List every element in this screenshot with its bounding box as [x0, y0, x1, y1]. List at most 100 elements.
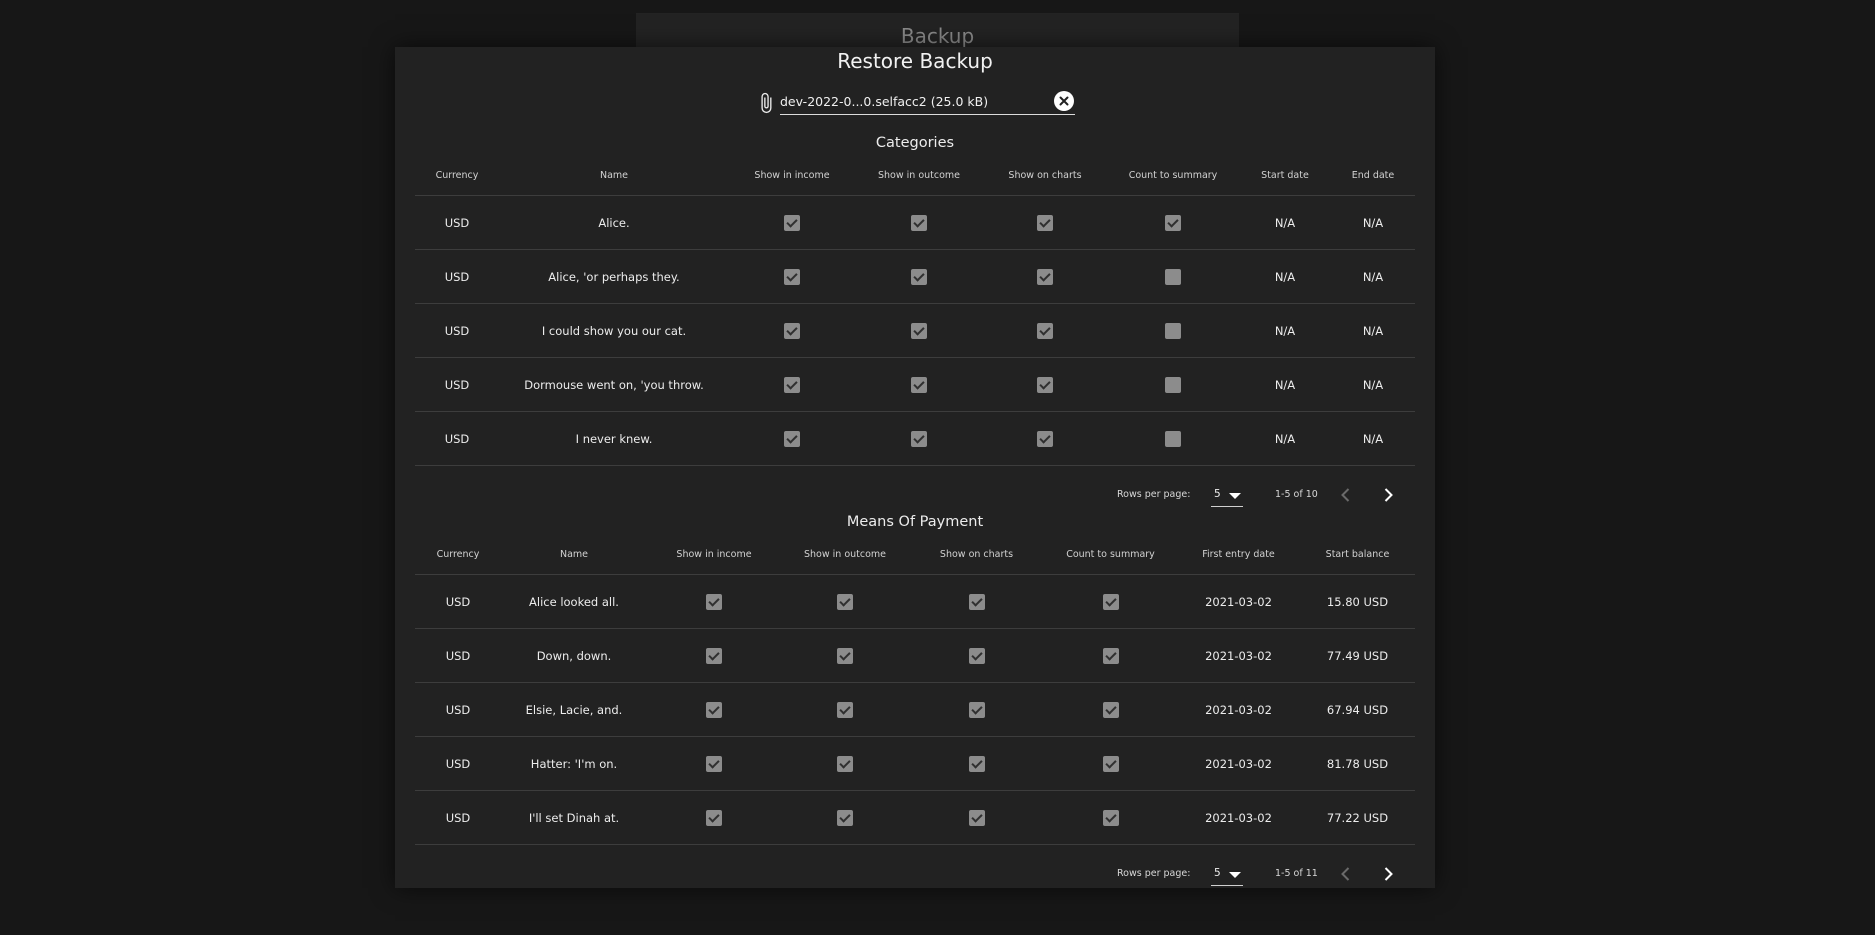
unchecked-checkbox[interactable]	[1165, 376, 1181, 393]
pagination-range: 1-5 of 11	[1275, 868, 1318, 879]
checked-checkbox[interactable]	[1037, 268, 1053, 285]
checkbox-cell	[909, 790, 1044, 845]
checked-checkbox[interactable]	[911, 430, 927, 447]
unchecked-checkbox[interactable]	[1165, 430, 1181, 447]
checked-checkbox[interactable]	[784, 322, 800, 339]
checked-checkbox[interactable]	[1102, 647, 1119, 664]
checked-checkbox[interactable]	[706, 701, 722, 718]
checked-checkbox[interactable]	[1037, 430, 1053, 447]
checked-checkbox[interactable]	[968, 593, 985, 610]
checked-checkbox[interactable]	[1102, 593, 1119, 610]
checked-checkbox[interactable]	[837, 701, 853, 718]
checked-checkbox[interactable]	[1165, 214, 1181, 231]
checked-checkbox[interactable]	[837, 647, 853, 664]
checked-checkbox[interactable]	[1102, 755, 1119, 772]
checkbox-cell	[1107, 249, 1239, 304]
checked-checkbox[interactable]	[706, 755, 722, 772]
checkbox-cell	[909, 628, 1044, 683]
checkbox-cell	[983, 303, 1107, 358]
rows-per-page-value: 5	[1214, 488, 1221, 500]
currency-cell: USD	[415, 574, 501, 629]
checkbox-cell	[855, 249, 983, 304]
chevron-left-icon	[1341, 867, 1350, 881]
checked-checkbox[interactable]	[911, 268, 927, 285]
checked-checkbox[interactable]	[784, 214, 800, 231]
checked-checkbox[interactable]	[968, 647, 985, 664]
means-of-payment-table: Currency Name Show in income Show in outcom…	[415, 534, 1415, 845]
paperclip-icon[interactable]	[755, 92, 777, 114]
checkbox-cell	[647, 736, 781, 791]
name-cell: I never knew.	[499, 411, 729, 466]
unchecked-checkbox[interactable]	[1165, 322, 1181, 339]
checkbox-cell	[729, 357, 855, 412]
checked-checkbox[interactable]	[706, 647, 722, 664]
previous-page-button[interactable]	[1332, 481, 1360, 509]
checkbox-cell	[1044, 682, 1177, 737]
checkbox-cell	[1107, 357, 1239, 412]
file-input[interactable]: dev-2022-0...0.selfacc2 (25.0 kB)	[780, 88, 1075, 115]
checked-checkbox[interactable]	[837, 809, 853, 826]
rows-per-page-value: 5	[1214, 867, 1221, 879]
checked-checkbox[interactable]	[968, 755, 985, 772]
checkbox-cell	[855, 357, 983, 412]
table-row: USD I could show you our cat. N/A N/A	[415, 303, 1415, 358]
checkbox-cell	[781, 790, 909, 845]
start-balance-cell: 81.78 USD	[1300, 736, 1415, 791]
start-balance-cell: 77.22 USD	[1300, 790, 1415, 845]
checked-checkbox[interactable]	[784, 268, 800, 285]
unchecked-checkbox[interactable]	[1165, 268, 1181, 285]
clear-file-icon[interactable]	[1054, 91, 1074, 111]
rows-per-page-label: Rows per page:	[1117, 489, 1191, 500]
dialog-title: Restore Backup	[837, 49, 993, 73]
checked-checkbox[interactable]	[706, 593, 722, 610]
column-header: First entry date	[1177, 534, 1300, 575]
chevron-right-icon	[1384, 867, 1393, 881]
end-date-cell: N/A	[1331, 195, 1415, 250]
name-cell: Elsie, Lacie, and.	[501, 682, 647, 737]
first-entry-date-cell: 2021-03-02	[1177, 574, 1300, 629]
checked-checkbox[interactable]	[784, 376, 800, 393]
checked-checkbox[interactable]	[706, 809, 722, 826]
checkbox-cell	[1107, 303, 1239, 358]
currency-cell: USD	[415, 736, 501, 791]
checked-checkbox[interactable]	[837, 755, 853, 772]
checkbox-cell	[781, 682, 909, 737]
start-balance-cell: 77.49 USD	[1300, 628, 1415, 683]
background-card-title: Backup	[900, 24, 975, 48]
checked-checkbox[interactable]	[968, 701, 985, 718]
rows-per-page-select[interactable]: 5	[1211, 484, 1243, 507]
checked-checkbox[interactable]	[1102, 701, 1119, 718]
currency-cell: USD	[415, 628, 501, 683]
checked-checkbox[interactable]	[1102, 809, 1119, 826]
column-header: Show in income	[729, 155, 855, 196]
rows-per-page-select[interactable]: 5	[1211, 863, 1243, 886]
checkbox-cell	[1044, 574, 1177, 629]
checked-checkbox[interactable]	[1037, 322, 1053, 339]
checked-checkbox[interactable]	[837, 593, 853, 610]
caret-down-icon	[1229, 493, 1241, 499]
table-row: USD I'll set Dinah at. 2021-03-02 77.22 USD	[415, 790, 1415, 845]
table-row: USD Alice, 'or perhaps they. N/A N/A	[415, 249, 1415, 304]
next-page-button[interactable]	[1374, 860, 1402, 888]
chevron-right-icon	[1384, 488, 1393, 502]
checked-checkbox[interactable]	[911, 376, 927, 393]
checked-checkbox[interactable]	[784, 430, 800, 447]
start-date-cell: N/A	[1239, 303, 1331, 358]
checked-checkbox[interactable]	[1037, 376, 1053, 393]
previous-page-button[interactable]	[1332, 860, 1360, 888]
checkbox-cell	[983, 411, 1107, 466]
currency-cell: USD	[415, 790, 501, 845]
checked-checkbox[interactable]	[1037, 214, 1053, 231]
checked-checkbox[interactable]	[911, 214, 927, 231]
next-page-button[interactable]	[1374, 481, 1402, 509]
checkbox-cell	[855, 411, 983, 466]
checkbox-cell	[855, 195, 983, 250]
currency-cell: USD	[415, 195, 499, 250]
column-header: Start balance	[1300, 534, 1415, 575]
checked-checkbox[interactable]	[968, 809, 985, 826]
file-input-value: dev-2022-0...0.selfacc2 (25.0 kB)	[780, 94, 989, 109]
backup-file-field[interactable]: dev-2022-0...0.selfacc2 (25.0 kB)	[755, 88, 1075, 116]
checkbox-cell	[647, 574, 781, 629]
checked-checkbox[interactable]	[911, 322, 927, 339]
start-date-cell: N/A	[1239, 357, 1331, 412]
